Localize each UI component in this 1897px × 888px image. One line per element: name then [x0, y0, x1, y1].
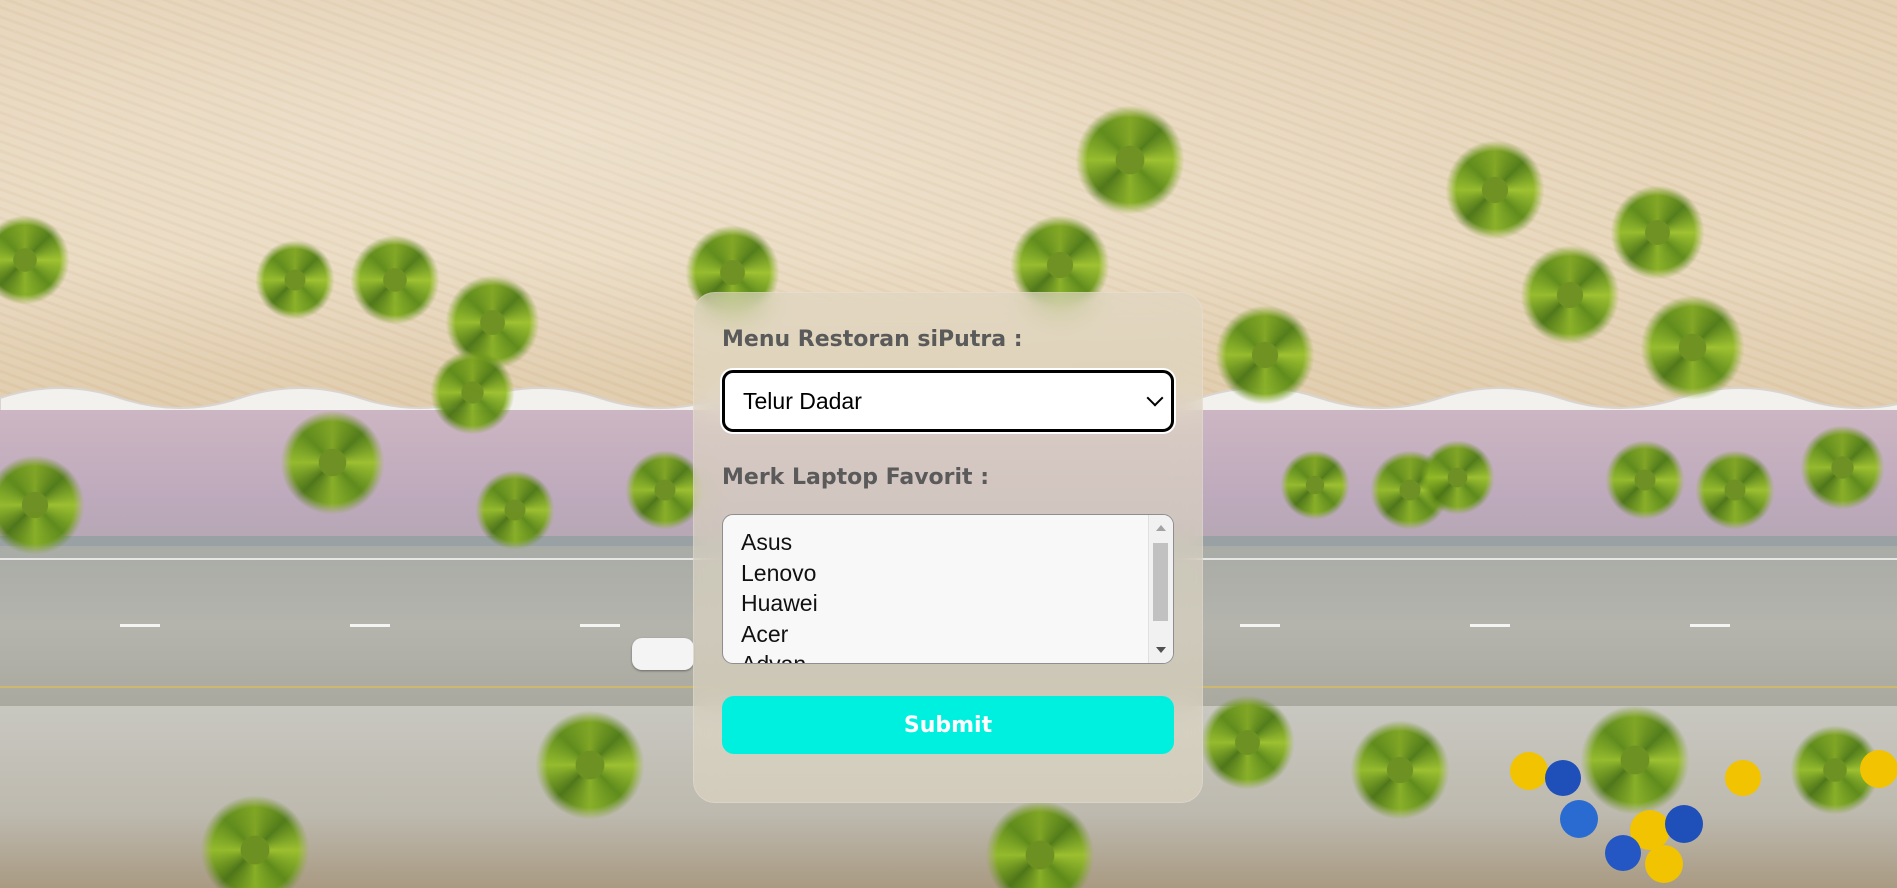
list-item[interactable]: Acer	[741, 619, 1143, 650]
palm-tree	[1695, 450, 1775, 530]
palm-tree	[1605, 440, 1685, 520]
beach-umbrella	[1725, 760, 1761, 796]
laptop-label: Merk Laptop Favorit :	[722, 465, 990, 490]
beach-umbrella	[1560, 800, 1598, 838]
list-item[interactable]: Asus	[741, 527, 1143, 558]
palm-tree	[475, 470, 555, 550]
beach-umbrella	[1645, 845, 1683, 883]
beach-umbrella	[1545, 760, 1581, 796]
list-item[interactable]: Advan	[741, 649, 1143, 663]
palm-tree	[1420, 440, 1495, 515]
beach-umbrella	[1510, 752, 1548, 790]
palm-tree	[1200, 695, 1295, 790]
laptop-listbox[interactable]: Asus Lenovo Huawei Acer Advan	[722, 514, 1174, 664]
listbox-scrollbar[interactable]	[1148, 515, 1173, 663]
menu-label: Menu Restoran siPutra :	[722, 327, 1023, 352]
list-item[interactable]: Lenovo	[741, 558, 1143, 589]
menu-select-value: Telur Dadar	[743, 387, 862, 414]
palm-tree	[350, 235, 440, 325]
palm-tree	[1445, 140, 1545, 240]
palm-tree	[1610, 185, 1705, 280]
palm-tree	[1350, 720, 1450, 820]
palm-tree	[430, 350, 515, 435]
scroll-down-arrow-icon[interactable]	[1156, 647, 1166, 653]
menu-select[interactable]: Telur Dadar	[722, 370, 1174, 432]
submit-button[interactable]: Submit	[722, 696, 1174, 754]
palm-tree	[1215, 305, 1315, 405]
form-panel: Menu Restoran siPutra : Telur Dadar Merk…	[693, 292, 1203, 803]
palm-tree	[1800, 425, 1885, 510]
car	[632, 638, 694, 670]
palm-tree	[535, 710, 645, 820]
chevron-down-icon	[1146, 389, 1164, 407]
list-item[interactable]: Huawei	[741, 588, 1143, 619]
palm-tree	[255, 240, 335, 320]
scroll-up-arrow-icon[interactable]	[1156, 525, 1166, 531]
beach-umbrella	[1860, 750, 1897, 788]
beach-umbrella	[1605, 835, 1641, 871]
palm-tree	[1280, 450, 1350, 520]
scrollbar-thumb[interactable]	[1153, 543, 1168, 621]
palm-tree	[280, 410, 385, 515]
palm-tree	[1580, 705, 1690, 815]
palm-tree	[1520, 245, 1620, 345]
laptop-options: Asus Lenovo Huawei Acer Advan	[741, 527, 1143, 663]
beach-umbrella	[1665, 805, 1703, 843]
palm-tree	[1075, 105, 1185, 215]
palm-tree	[1640, 295, 1745, 400]
